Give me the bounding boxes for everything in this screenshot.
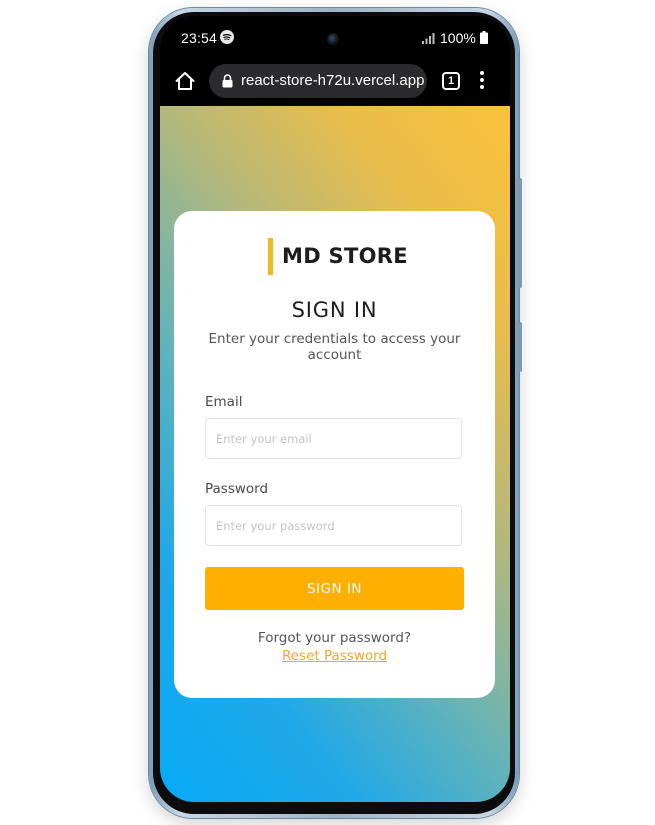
browser-toolbar: react-store-h72u.vercel.app 1	[160, 60, 510, 106]
tabs-icon[interactable]: 1	[442, 72, 460, 90]
url-text: react-store-h72u.vercel.app	[241, 72, 425, 89]
battery-percentage: 100%	[440, 30, 476, 46]
stage: 23:54 100% react-store-h72u.vercel.app 1…	[0, 0, 655, 825]
camera-icon	[328, 34, 338, 44]
sign-in-card: MD STORE SIGN IN Enter your credentials …	[174, 211, 495, 698]
password-label: Password	[205, 481, 269, 497]
brand-name: MD STORE	[282, 244, 408, 268]
page-background: MD STORE SIGN IN Enter your credentials …	[160, 106, 510, 802]
status-time: 23:54	[181, 30, 218, 46]
lock-icon	[222, 74, 233, 88]
more-vert-icon[interactable]	[479, 71, 485, 89]
password-field[interactable]	[205, 505, 462, 546]
volume-up-button	[518, 178, 522, 288]
phone-screen: 23:54 100% react-store-h72u.vercel.app 1…	[160, 16, 510, 802]
sign-in-button[interactable]: SIGN IN	[205, 567, 464, 610]
email-field[interactable]	[205, 418, 462, 459]
status-bar: 23:54 100%	[160, 16, 510, 60]
page-subtitle: Enter your credentials to access your ac…	[208, 331, 461, 363]
home-icon[interactable]	[174, 70, 196, 92]
power-button	[518, 322, 522, 372]
reset-password-link[interactable]: Reset Password	[174, 648, 495, 664]
brand-accent-bar	[268, 238, 273, 275]
spotify-icon	[220, 30, 234, 44]
email-label: Email	[205, 394, 243, 410]
signal-icon	[422, 33, 435, 44]
battery-icon	[480, 31, 488, 44]
address-bar[interactable]: react-store-h72u.vercel.app	[209, 64, 427, 98]
page-title: SIGN IN	[291, 298, 378, 322]
forgot-password-text: Forgot your password?	[257, 630, 412, 646]
